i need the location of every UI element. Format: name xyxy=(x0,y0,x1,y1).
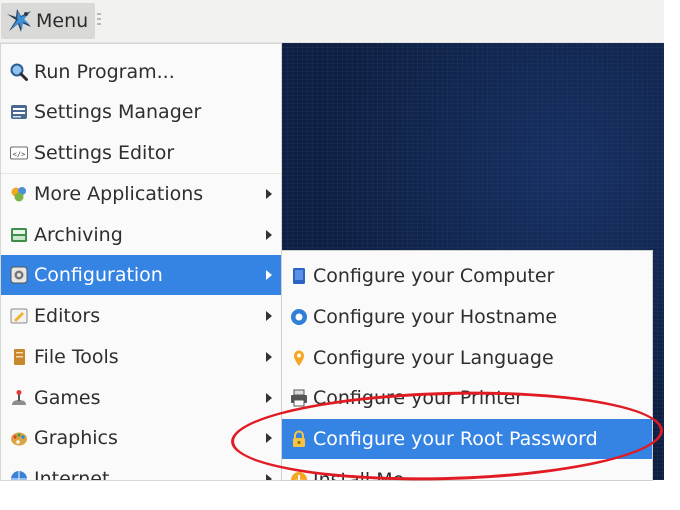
menu-item-archiving[interactable]: Archiving xyxy=(1,215,281,255)
submenu-item-label: Configure your Computer xyxy=(313,265,555,287)
menu-item-label: Run Program... xyxy=(34,61,175,83)
submenu-arrow-icon xyxy=(266,474,272,480)
menu-item-label: File Tools xyxy=(34,346,119,368)
menu-item-label: Archiving xyxy=(34,224,123,246)
computer-icon xyxy=(293,268,305,284)
settings-manager-icon xyxy=(11,105,27,119)
menu-item-file-tools[interactable]: File Tools xyxy=(1,337,281,377)
submenu-item-label: Configure your Language xyxy=(313,347,554,369)
panel-handle[interactable] xyxy=(97,13,101,29)
submenu-item-label: Configure your Printer xyxy=(313,387,524,409)
submenu-item-configure-printer[interactable]: Configure your Printer xyxy=(282,378,652,418)
location-pin-icon xyxy=(294,350,304,366)
submenu-item-configure-language[interactable]: Configure your Language xyxy=(282,338,652,378)
submenu-item-configure-root-password[interactable]: Configure your Root Password xyxy=(282,419,652,459)
submenu-arrow-icon xyxy=(266,270,272,280)
menu-item-settings-editor[interactable]: </> Settings Editor xyxy=(1,133,281,173)
menu-item-editors[interactable]: Editors xyxy=(1,296,281,336)
internet-icon xyxy=(11,471,27,480)
submenu-item-install-me[interactable]: Install Me xyxy=(282,460,652,481)
file-tools-icon xyxy=(14,349,25,365)
menu-item-run-program[interactable]: Run Program... xyxy=(1,52,281,92)
code-icon: </> xyxy=(10,146,28,160)
submenu-arrow-icon xyxy=(266,311,272,321)
menu-item-label: Internet xyxy=(34,468,110,481)
archive-icon xyxy=(11,228,27,242)
blank-area xyxy=(0,481,680,510)
printer-icon xyxy=(291,389,307,407)
graphics-icon xyxy=(11,432,27,446)
menu-button[interactable]: Menu xyxy=(1,3,95,39)
submenu-arrow-icon xyxy=(266,393,272,403)
menu-item-label: Graphics xyxy=(34,427,118,449)
submenu-arrow-icon xyxy=(266,433,272,443)
submenu-item-label: Install Me xyxy=(313,469,405,481)
games-icon xyxy=(12,390,26,405)
menu-item-games[interactable]: Games xyxy=(1,378,281,418)
submenu-item-configure-computer[interactable]: Configure your Computer xyxy=(282,256,652,296)
hostname-icon xyxy=(291,309,307,325)
submenu-item-label: Configure your Hostname xyxy=(313,306,558,328)
menu-item-label: Configuration xyxy=(34,264,163,286)
applications-menu: Run Program... Settings Manager </> Sett… xyxy=(0,43,282,481)
menu-button-label: Menu xyxy=(36,10,89,32)
configuration-submenu: Configure your Computer Configure your H… xyxy=(281,250,653,481)
menu-item-label: Editors xyxy=(34,305,101,327)
svg-text:</>: </> xyxy=(13,151,26,159)
menu-item-more-applications[interactable]: More Applications xyxy=(1,174,281,214)
submenu-arrow-icon xyxy=(266,352,272,362)
more-apps-icon xyxy=(11,187,26,202)
submenu-item-configure-hostname[interactable]: Configure your Hostname xyxy=(282,297,652,337)
menu-item-label: Games xyxy=(34,387,101,409)
editor-icon xyxy=(10,308,28,324)
search-icon xyxy=(10,63,28,81)
menu-item-label: Settings Manager xyxy=(34,101,202,123)
configuration-icon xyxy=(10,266,28,284)
xfce-logo-icon xyxy=(7,9,31,32)
install-icon xyxy=(291,472,307,480)
submenu-item-label: Configure your Root Password xyxy=(313,428,598,450)
menu-item-label: Settings Editor xyxy=(34,142,175,164)
menu-item-internet[interactable]: Internet xyxy=(1,459,281,481)
submenu-arrow-icon xyxy=(266,189,272,199)
menu-item-graphics[interactable]: Graphics xyxy=(1,418,281,458)
lock-icon xyxy=(293,430,305,447)
top-panel: Menu xyxy=(0,0,664,43)
menu-item-settings-manager[interactable]: Settings Manager xyxy=(1,92,281,132)
menu-item-configuration[interactable]: Configuration xyxy=(1,255,281,295)
menu-item-label: More Applications xyxy=(34,183,204,205)
submenu-arrow-icon xyxy=(266,230,272,240)
